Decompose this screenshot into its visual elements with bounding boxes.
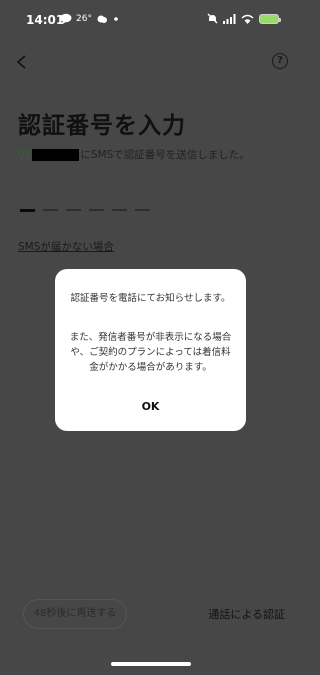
- help-icon[interactable]: ?: [272, 53, 288, 69]
- resend-button[interactable]: 48秒後に再送する: [23, 599, 127, 629]
- code-slot[interactable]: [43, 209, 58, 211]
- home-indicator: [111, 662, 191, 666]
- sms-sent-message: 03 にSMSで認証番号を送信しました。: [18, 147, 250, 162]
- code-slot[interactable]: [112, 209, 127, 211]
- code-slot[interactable]: [89, 209, 104, 211]
- sent-message-text: にSMSで認証番号を送信しました。: [80, 149, 250, 161]
- signal-icon: [223, 13, 236, 24]
- code-slot[interactable]: [66, 209, 81, 211]
- dialog-message-primary: 認証番号を電話にてお知らせします。: [70, 293, 231, 304]
- battery-icon: [259, 13, 281, 24]
- dot-icon: [114, 16, 118, 21]
- ok-button[interactable]: OK: [55, 400, 246, 413]
- page-title: 認証番号を入力: [18, 113, 186, 139]
- dialog-message-secondary: また、発信者番号が非表示になる場合や、ご契約のプランによっては着信料金がかかる場…: [69, 332, 232, 373]
- mute-icon: [207, 13, 218, 24]
- weather-icon: [97, 15, 107, 23]
- status-right-icons: [207, 13, 281, 24]
- sms-not-received-link[interactable]: SMSが届かない場合: [18, 239, 114, 254]
- temperature: 26°: [76, 13, 92, 24]
- phone-number-prefix: 03: [18, 148, 32, 161]
- chevron-left-icon[interactable]: [14, 54, 30, 70]
- call-authentication-link[interactable]: 通話による認証: [208, 606, 285, 622]
- status-bar: 14:01 26°: [0, 0, 301, 40]
- code-input[interactable]: [20, 209, 150, 212]
- notice-dialog: 認証番号を電話にてお知らせします。 また、発信者番号が非表示になる場合や、ご契約…: [55, 269, 246, 431]
- status-left-icons: 26°: [60, 13, 120, 24]
- wifi-icon: [241, 14, 254, 24]
- code-slot[interactable]: [135, 209, 150, 211]
- chat-bubble-icon: [60, 13, 72, 24]
- status-time: 14:01: [26, 13, 65, 27]
- code-slot[interactable]: [20, 209, 35, 212]
- phone-number-redacted: [32, 148, 80, 161]
